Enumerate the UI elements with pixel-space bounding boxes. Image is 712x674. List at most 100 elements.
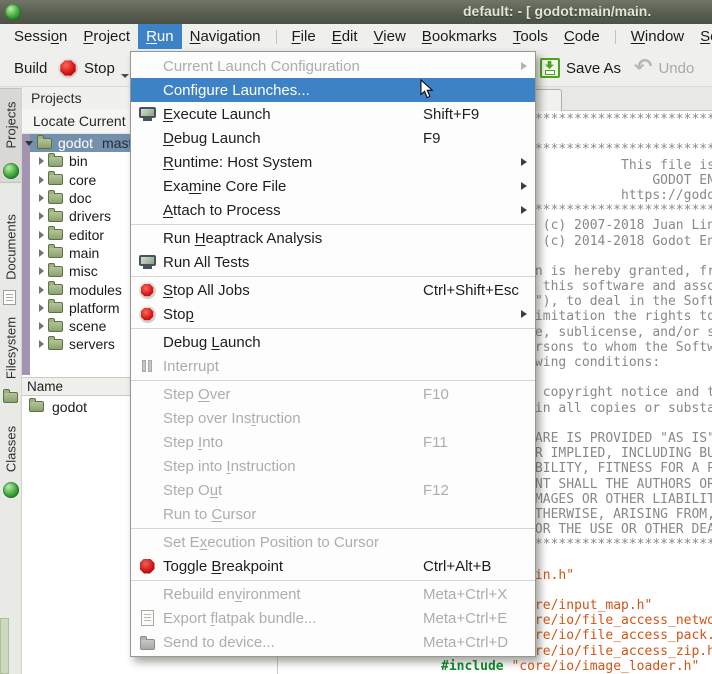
build-button[interactable]: Build <box>14 53 47 83</box>
menubar-item-run[interactable]: Run <box>138 24 182 49</box>
menu-item-label: Step into Instruction <box>163 458 296 475</box>
expander-icon[interactable] <box>25 141 33 146</box>
menu-item-attach-to-process[interactable]: Attach to Process <box>131 198 535 222</box>
app-icon <box>5 4 21 20</box>
expander-icon[interactable] <box>39 267 44 275</box>
folder-icon <box>48 284 63 295</box>
menu-item-debug-launch[interactable]: Debug LaunchF9 <box>131 126 535 150</box>
save-as-button-label: Save As <box>566 60 621 77</box>
sidebar-tab-label: Documents <box>3 214 18 280</box>
menu-item-shortcut: Meta+Ctrl+D <box>423 634 508 651</box>
menu-item-interrupt: Interrupt <box>131 354 535 378</box>
tree-item-label: bin <box>69 153 88 169</box>
tree-item-label: modules <box>69 282 122 298</box>
undo-icon: ↶ <box>634 59 652 77</box>
menu-item-step-out: Step OutF12 <box>131 478 535 502</box>
folder-icon <box>48 339 63 350</box>
monitor-icon <box>139 107 156 121</box>
folder-icon <box>48 229 63 240</box>
menu-item-label: Rebuild environment <box>163 586 301 603</box>
menu-item-label: Stop All Jobs <box>163 282 250 299</box>
submenu-arrow-icon <box>521 206 527 214</box>
expander-icon[interactable] <box>39 231 44 239</box>
expander-icon[interactable] <box>39 322 44 330</box>
sidebar-tab-documents[interactable]: Documents <box>0 208 21 308</box>
menubar-item-bookmarks[interactable]: Bookmarks <box>414 24 505 49</box>
menu-item-stop[interactable]: Stop <box>131 302 535 326</box>
menubar-item-settings[interactable]: Settings <box>692 24 712 49</box>
menu-separator <box>131 328 535 329</box>
menubar-item-tools[interactable]: Tools <box>505 24 556 49</box>
folder-icon <box>48 193 63 204</box>
menubar-item-edit[interactable]: Edit <box>324 24 366 49</box>
expander-icon[interactable] <box>39 249 44 257</box>
menu-item-label: Export flatpak bundle... <box>163 610 316 627</box>
menu-item-step-into: Step IntoF11 <box>131 430 535 454</box>
menu-item-debug-launch[interactable]: Debug Launch <box>131 330 535 354</box>
menu-item-label: Step Out <box>163 482 222 499</box>
menubar-item-navigation[interactable]: Navigation <box>182 24 269 49</box>
menu-item-run-heaptrack-analysis[interactable]: Run Heaptrack Analysis <box>131 226 535 250</box>
menu-separator <box>131 380 535 381</box>
menu-item-runtime-host-system[interactable]: Runtime: Host System <box>131 150 535 174</box>
menu-item-stop-all-jobs[interactable]: Stop All JobsCtrl+Shift+Esc <box>131 278 535 302</box>
menubar-item-file[interactable]: File <box>284 24 324 49</box>
menubar-item-view[interactable]: View <box>366 24 414 49</box>
menu-item-shortcut: Ctrl+Alt+B <box>423 558 491 575</box>
menu-item-set-execution-position-to-cursor: Set Execution Position to Cursor <box>131 530 535 554</box>
tree-item-label: core <box>69 172 96 188</box>
folder-icon <box>48 211 63 222</box>
submenu-arrow-icon <box>521 310 527 318</box>
menu-item-shortcut: F10 <box>423 386 449 403</box>
expander-icon[interactable] <box>39 194 44 202</box>
folder-icon <box>48 321 63 332</box>
menubar-item-session[interactable]: Session <box>6 24 75 49</box>
folder-icon <box>29 401 44 412</box>
folder-icon <box>3 392 18 403</box>
tree-item-label: doc <box>69 190 92 206</box>
menu-item-toggle-breakpoint[interactable]: Toggle BreakpointCtrl+Alt+B <box>131 554 535 578</box>
expander-icon[interactable] <box>39 212 44 220</box>
sidebar-tab-label: Projects <box>3 101 18 148</box>
menu-item-examine-core-file[interactable]: Examine Core File <box>131 174 535 198</box>
menu-item-shortcut: Meta+Ctrl+X <box>423 586 507 603</box>
expander-icon[interactable] <box>39 157 44 165</box>
expander-icon[interactable] <box>39 304 44 312</box>
dock-corner <box>0 618 9 674</box>
project-list-item-label: godot <box>52 399 87 415</box>
menu-item-label: Configure Launches... <box>163 82 310 99</box>
expander-icon[interactable] <box>39 340 44 348</box>
expander-icon[interactable] <box>39 176 44 184</box>
menu-item-label: Examine Core File <box>163 178 286 195</box>
save-as-button[interactable]: Save As <box>540 53 621 83</box>
sidebar-tab-classes[interactable]: Classes <box>0 419 21 501</box>
tree-item-label: misc <box>69 263 98 279</box>
menu-item-execute-launch[interactable]: Execute LaunchShift+F9 <box>131 102 535 126</box>
menu-item-label: Interrupt <box>163 358 219 375</box>
tree-item-label: servers <box>69 336 115 352</box>
menubar-item-code[interactable]: Code <box>556 24 608 49</box>
menu-item-label: Run All Tests <box>163 254 249 271</box>
menu-separator <box>131 580 535 581</box>
menu-item-run-all-tests[interactable]: Run All Tests <box>131 250 535 274</box>
menu-item-icon-box <box>137 252 157 272</box>
menubar-item-project[interactable]: Project <box>75 24 138 49</box>
sidebar-tab-projects[interactable]: Projects <box>0 88 21 183</box>
menu-item-shortcut: F11 <box>423 434 448 451</box>
mouse-cursor-icon <box>420 79 434 100</box>
sidebar-tab-label: Classes <box>3 426 18 472</box>
menubar-item-window[interactable]: Window <box>623 24 692 49</box>
titlebar: default: - [ godot:main/main. <box>0 0 712 24</box>
expander-icon[interactable] <box>39 286 44 294</box>
stop-dropdown-caret-icon[interactable] <box>121 74 129 78</box>
tree-item-label: scene <box>69 318 106 334</box>
menu-item-icon-box <box>137 280 157 300</box>
menu-item-icon-box <box>137 556 157 576</box>
menu-item-configure-launches[interactable]: Configure Launches... <box>131 78 535 102</box>
stop-button[interactable]: Stop <box>58 53 129 83</box>
sidebar-tab-filesystem[interactable]: Filesystem <box>0 311 21 406</box>
menu-item-label: Run to Cursor <box>163 506 256 523</box>
menu-item-icon-box <box>137 608 157 628</box>
menu-item-current-launch-configuration: Current Launch Configuration <box>131 54 535 78</box>
tree-item-label: main <box>69 245 99 261</box>
